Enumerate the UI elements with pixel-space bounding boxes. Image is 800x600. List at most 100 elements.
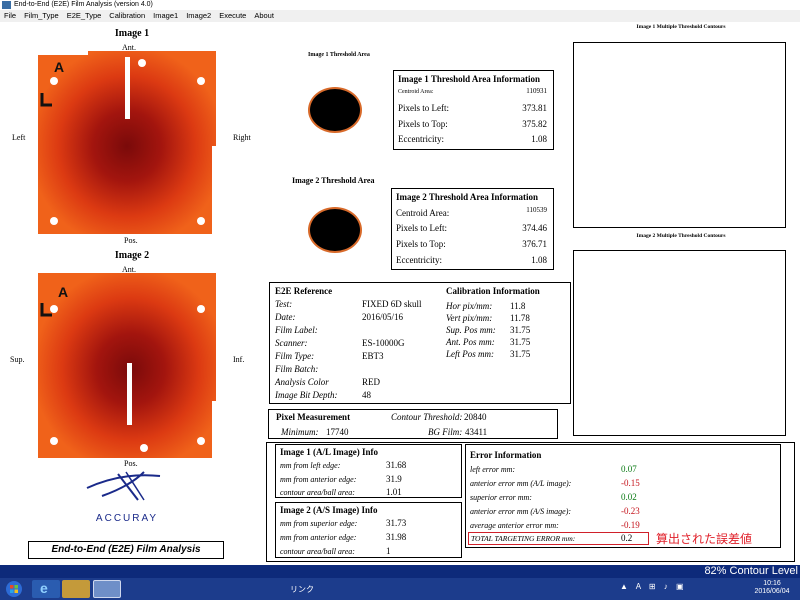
error-value-1: -0.15 bbox=[621, 478, 640, 488]
threshold2-left-label: Pixels to Left: bbox=[396, 223, 447, 233]
image2-info-label-0: mm from superior edge: bbox=[280, 519, 358, 528]
threshold2-left-value: 374.46 bbox=[522, 223, 547, 233]
error-label-3: anterior error mm (A/S image): bbox=[470, 507, 572, 516]
ref-label-film-batch: Film Batch: bbox=[275, 364, 319, 374]
image1-film[interactable]: A bbox=[38, 51, 216, 234]
menu-bar: File Film_Type E2E_Type Calibration Imag… bbox=[0, 10, 800, 22]
menu-image2[interactable]: Image2 bbox=[186, 10, 211, 22]
minimum-value: 17740 bbox=[326, 427, 349, 437]
image1-info-value-0: 31.68 bbox=[386, 460, 407, 470]
error-annotation: 算出された誤差値 bbox=[656, 532, 753, 546]
threshold1-info-box: Image 1 Threshold Area Information Centr… bbox=[393, 70, 554, 150]
pixel-measurement-title: Pixel Measurement bbox=[276, 412, 351, 422]
threshold2-ecc-value: 1.08 bbox=[531, 255, 547, 265]
menu-e2e-type[interactable]: E2E_Type bbox=[67, 10, 102, 22]
image1-marker: A bbox=[54, 59, 64, 75]
image2-marker: A bbox=[58, 284, 68, 300]
contours1-title: Image 1 Multiple Threshold Contours bbox=[636, 24, 726, 30]
menu-image1[interactable]: Image1 bbox=[153, 10, 178, 22]
menu-file[interactable]: File bbox=[4, 10, 16, 22]
ref-label-analysis-color: Analysis Color bbox=[275, 377, 329, 387]
image1-info-value-1: 31.9 bbox=[386, 474, 402, 484]
image1-info-label-1: mm from anterior edge: bbox=[280, 475, 357, 484]
ie-taskbar-icon[interactable]: e bbox=[32, 580, 60, 598]
image1-title: Image 1 bbox=[114, 28, 150, 39]
image2-info-title: Image 2 (A/S Image) Info bbox=[280, 505, 378, 515]
threshold1-top-value: 375.82 bbox=[522, 119, 547, 129]
menu-film-type[interactable]: Film_Type bbox=[24, 10, 59, 22]
tray-icons[interactable]: ▲ A ⊞ ♪ ▣ bbox=[620, 582, 687, 591]
threshold2-info-title: Image 2 Threshold Area Information bbox=[396, 192, 539, 202]
contours1-box bbox=[573, 42, 786, 228]
threshold2-caption: Image 2 Threshold Area bbox=[292, 176, 375, 185]
menu-about[interactable]: About bbox=[254, 10, 274, 22]
threshold1-top-label: Pixels to Top: bbox=[398, 119, 448, 129]
ref-value-film-type: EBT3 bbox=[362, 351, 384, 361]
calibration-title: Calibration Information bbox=[446, 286, 540, 296]
pixel-measurement-box: Pixel Measurement Contour Threshold: 208… bbox=[268, 409, 558, 439]
threshold2-ecc-label: Eccentricity: bbox=[396, 255, 442, 265]
cal-value-ant: 31.75 bbox=[510, 337, 531, 347]
error-value-0: 0.07 bbox=[621, 464, 637, 474]
cal-label-left: Left Pos mm: bbox=[446, 349, 494, 359]
image1-right-label: Right bbox=[233, 133, 251, 142]
window-title: End-to-End (E2E) Film Analysis (version … bbox=[14, 1, 153, 8]
menu-calibration[interactable]: Calibration bbox=[109, 10, 145, 22]
taskbar-clock[interactable]: 10:16 2016/06/04 bbox=[748, 580, 796, 596]
app-taskbar-icon[interactable] bbox=[93, 580, 121, 598]
threshold2-shape bbox=[308, 207, 362, 253]
minimum-label: Minimum: bbox=[281, 427, 319, 437]
accuray-logo-text: ACCURAY bbox=[95, 513, 159, 524]
reference-box: E2E Reference Test: FIXED 6D skull Date:… bbox=[269, 282, 571, 404]
clock-time: 10:16 bbox=[763, 580, 781, 587]
image2-info-value-2: 1 bbox=[386, 546, 391, 556]
error-value-4: -0.19 bbox=[621, 520, 640, 530]
cal-label-sup: Sup. Pos mm: bbox=[446, 325, 496, 335]
error-info-box: Error Information left error mm: 0.07 an… bbox=[465, 444, 781, 548]
app-name-box: End-to-End (E2E) Film Analysis bbox=[28, 541, 224, 559]
ref-value-date: 2016/05/16 bbox=[362, 312, 404, 322]
threshold2-top-value: 376.71 bbox=[522, 239, 547, 249]
threshold1-ecc-value: 1.08 bbox=[531, 134, 547, 144]
bg-film-label: BG Film: bbox=[428, 427, 463, 437]
threshold2-centroid-value: 110539 bbox=[526, 206, 547, 214]
image2-bottom-label: Pos. bbox=[124, 459, 138, 468]
clock-date: 2016/06/04 bbox=[754, 588, 790, 595]
bg-film-value: 43411 bbox=[465, 427, 488, 437]
taskbar-link-label[interactable]: リンク bbox=[290, 584, 314, 595]
contour-threshold-label: Contour Threshold: bbox=[391, 412, 463, 422]
contours2-title: Image 2 Multiple Threshold Contours bbox=[636, 233, 726, 239]
menu-execute[interactable]: Execute bbox=[219, 10, 246, 22]
threshold2-top-label: Pixels to Top: bbox=[396, 239, 446, 249]
contour-threshold-value: 20840 bbox=[464, 412, 487, 422]
folder-taskbar-icon[interactable] bbox=[62, 580, 90, 598]
ref-label-bit-depth: Image Bit Depth: bbox=[275, 390, 338, 400]
accuray-logo-graphic bbox=[86, 471, 161, 501]
image1-bottom-label: Pos. bbox=[124, 236, 138, 245]
accuray-logo bbox=[82, 470, 172, 506]
ref-value-scanner: ES-10000G bbox=[362, 338, 405, 348]
error-label-4: average anterior error mm: bbox=[470, 521, 559, 530]
cal-label-ant: Ant. Pos mm: bbox=[446, 337, 495, 347]
image2-left-label: Sup. bbox=[10, 355, 25, 364]
window-title-bar: End-to-End (E2E) Film Analysis (version … bbox=[0, 0, 800, 10]
threshold1-info-title: Image 1 Threshold Area Information bbox=[398, 74, 541, 84]
image2-info-label-2: contour area/ball area: bbox=[280, 547, 355, 556]
threshold1-centroid-label: Centroid Area: bbox=[398, 89, 434, 95]
image2-film[interactable]: A bbox=[38, 273, 216, 458]
threshold1-left-label: Pixels to Left: bbox=[398, 103, 449, 113]
image1-info-label-0: mm from left edge: bbox=[280, 461, 341, 470]
image1-info-title: Image 1 (A/L Image) Info bbox=[280, 447, 378, 457]
ref-value-test: FIXED 6D skull bbox=[362, 299, 422, 309]
start-button[interactable] bbox=[4, 580, 24, 598]
image2-title: Image 2 bbox=[114, 250, 150, 261]
cal-value-vert: 11.78 bbox=[510, 313, 530, 323]
error-label-1: anterior error mm (A/L image): bbox=[470, 479, 572, 488]
windows-icon bbox=[6, 581, 22, 597]
image2-info-label-1: mm from anterior edge: bbox=[280, 533, 357, 542]
error-value-3: -0.23 bbox=[621, 506, 640, 516]
ref-value-analysis-color: RED bbox=[362, 377, 380, 387]
status-bar: 82% Contour Level bbox=[0, 565, 800, 578]
ref-label-film-label: Film Label: bbox=[275, 325, 318, 335]
app-icon bbox=[2, 1, 11, 9]
